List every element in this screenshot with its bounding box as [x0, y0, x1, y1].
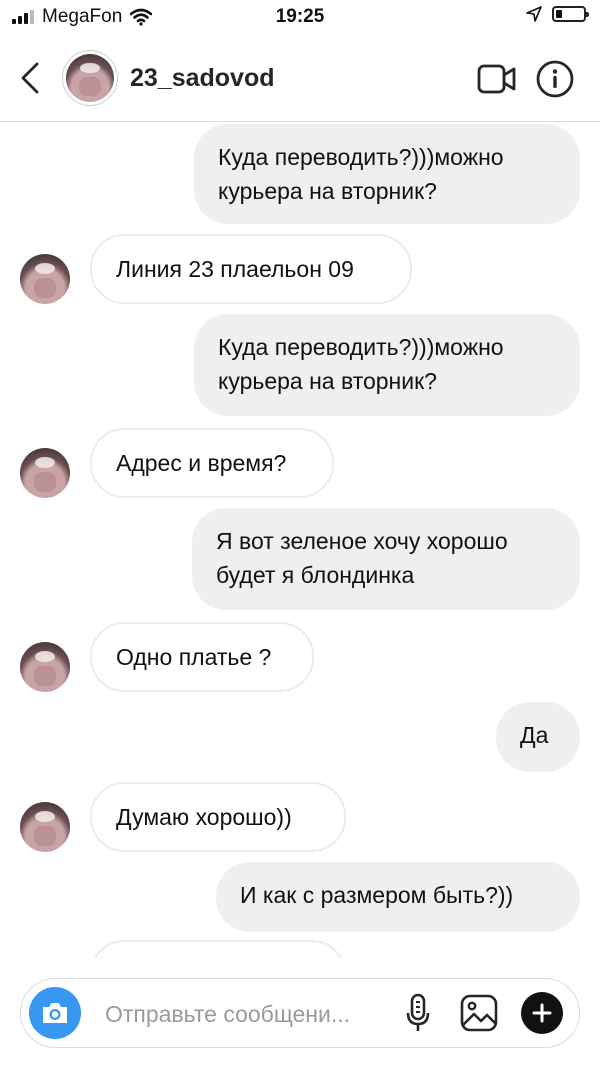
- avatar-image: [66, 54, 114, 102]
- battery-icon: [552, 6, 589, 22]
- sender-avatar: [20, 448, 70, 498]
- video-call-button[interactable]: [476, 60, 518, 98]
- back-button[interactable]: [14, 58, 46, 98]
- message-bubble-incoming[interactable]: Линия 23 плаельон 09: [90, 234, 412, 304]
- message-bubble-outgoing[interactable]: Да: [496, 702, 580, 772]
- message-bubble-incoming[interactable]: Адрес и время?: [90, 428, 334, 498]
- conversation-header: 23_sadovod: [0, 36, 600, 122]
- camera-icon: [43, 1003, 67, 1023]
- status-time: 19:25: [275, 6, 325, 27]
- location-arrow-icon: [526, 6, 542, 22]
- info-button[interactable]: [536, 60, 574, 98]
- sender-avatar: [20, 802, 70, 852]
- sender-avatar: [20, 642, 70, 692]
- message-input[interactable]: [103, 997, 397, 1031]
- video-call-icon: [477, 64, 516, 94]
- message-bubble-outgoing[interactable]: И как с размером быть?)): [216, 862, 580, 932]
- message-composer: [20, 978, 580, 1048]
- message-bubble-incoming[interactable]: Думаю хорошо)): [90, 782, 346, 852]
- camera-button[interactable]: [29, 987, 81, 1039]
- back-chevron-icon: [21, 62, 39, 94]
- microphone-icon: [406, 993, 430, 1031]
- message-bubble-outgoing[interactable]: Я вот зеленое хочу хорошо будет я блонди…: [192, 508, 580, 610]
- message-list[interactable]: Куда переводить?)))можно курьера на втор…: [0, 122, 600, 958]
- message-bubble-outgoing[interactable]: Куда переводить?)))можно курьера на втор…: [194, 124, 580, 224]
- message-bubble-partial[interactable]: [90, 940, 346, 958]
- battery-level-fill: [556, 10, 562, 18]
- plus-icon: [532, 1003, 552, 1023]
- header-avatar[interactable]: [62, 50, 118, 106]
- sender-avatar: [20, 254, 70, 304]
- gallery-icon: [460, 994, 498, 1032]
- message-bubble-incoming[interactable]: Одно платье ?: [90, 622, 314, 692]
- info-icon: [536, 60, 574, 98]
- gallery-button[interactable]: [459, 993, 499, 1033]
- status-bar: MegaFon 19:25: [0, 0, 600, 36]
- voice-message-button[interactable]: [405, 993, 431, 1033]
- chat-username[interactable]: 23_sadovod: [130, 64, 275, 93]
- more-options-button[interactable]: [521, 992, 563, 1034]
- status-right: [526, 6, 589, 22]
- message-bubble-outgoing[interactable]: Куда переводить?)))можно курьера на втор…: [194, 314, 580, 416]
